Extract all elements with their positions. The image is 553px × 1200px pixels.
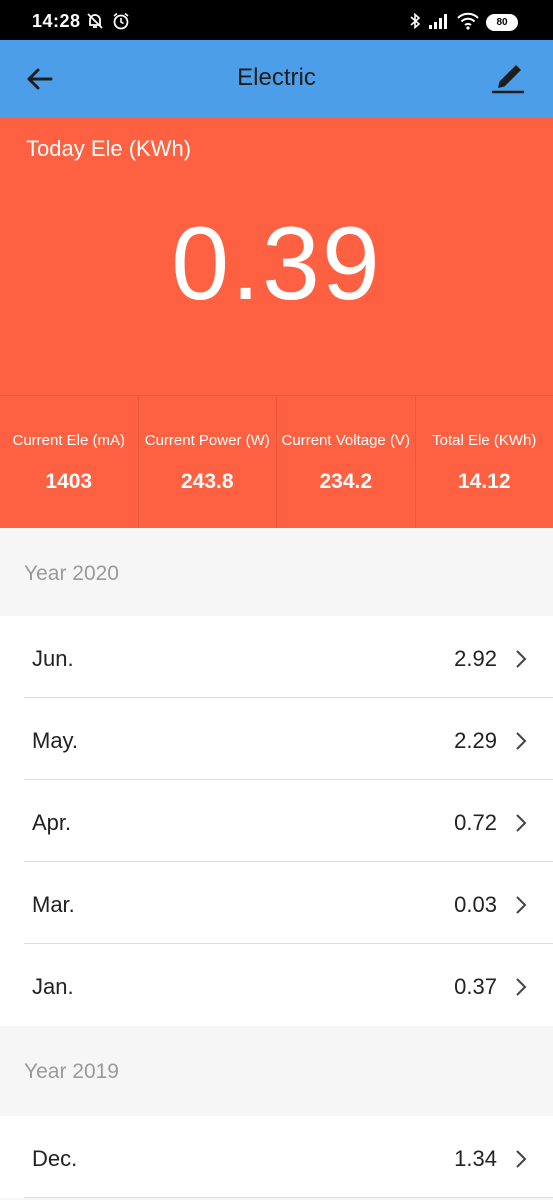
month-label: Dec. — [32, 1146, 78, 1171]
month-label: May. — [32, 728, 79, 753]
stat-current-voltage: Current Voltage (V) 234.2 — [277, 396, 416, 528]
stats-row: Current Ele (mA) 1403 Current Power (W) … — [0, 395, 553, 528]
month-row-jun[interactable]: Jun. 2.92 — [0, 616, 553, 698]
bell-off-icon — [87, 13, 103, 29]
month-label: Apr. — [32, 810, 72, 835]
year-header: Year 2019 — [0, 1026, 553, 1114]
stat-label: Current Ele (mA) — [12, 432, 126, 449]
stat-label: Current Voltage (V) — [281, 432, 410, 449]
month-value: 1.34 — [454, 1146, 497, 1171]
today-summary: Today Ele (KWh) 0.39 — [0, 118, 553, 395]
chevron-right-icon — [516, 650, 527, 668]
year-header: Year 2020 — [0, 528, 553, 616]
alarm-icon — [113, 12, 129, 30]
stat-current-power: Current Power (W) 243.8 — [139, 396, 277, 528]
chevron-right-icon — [516, 732, 527, 750]
month-label: Jan. — [32, 974, 74, 999]
year-label: Year 2020 — [24, 562, 119, 585]
status-bar: 14:28 80 — [0, 0, 553, 40]
chevron-right-icon — [516, 1150, 527, 1168]
chevron-right-icon — [516, 896, 527, 914]
month-label: Mar. — [32, 892, 75, 917]
chevron-right-icon — [516, 978, 527, 996]
wifi-icon — [457, 12, 479, 30]
bluetooth-icon — [410, 12, 421, 30]
signal-icon — [429, 14, 447, 29]
month-value: 2.92 — [454, 646, 497, 671]
month-value: 2.29 — [454, 728, 497, 753]
month-row-mar[interactable]: Mar. 0.03 — [0, 862, 553, 944]
month-row-dec[interactable]: Dec. 1.34 — [0, 1116, 553, 1198]
pencil-edit-icon[interactable] — [490, 62, 526, 96]
month-value: 0.03 — [454, 892, 497, 917]
today-value: 0.39 — [171, 206, 382, 322]
battery-level: 80 — [496, 17, 508, 28]
month-value: 0.72 — [454, 810, 497, 835]
stat-current-ele: Current Ele (mA) 1403 — [0, 396, 139, 528]
month-row-may[interactable]: May. 2.29 — [0, 698, 553, 780]
month-row-apr[interactable]: Apr. 0.72 — [0, 780, 553, 862]
battery-icon: 80 — [486, 14, 518, 31]
chevron-right-icon — [516, 814, 527, 832]
stat-label: Total Ele (KWh) — [432, 432, 537, 449]
stat-value: 234.2 — [319, 470, 373, 493]
month-row-jan[interactable]: Jan. 0.37 — [0, 944, 553, 1026]
stat-value: 1403 — [45, 470, 93, 493]
app-bar: Electric — [0, 40, 553, 118]
year-label: Year 2019 — [24, 1060, 119, 1083]
month-value: 0.37 — [454, 974, 497, 999]
row-divider — [24, 1197, 553, 1198]
month-label: Jun. — [32, 646, 74, 671]
page-title: Electric — [237, 64, 316, 91]
stat-label: Current Power (W) — [144, 432, 270, 449]
stat-total-ele: Total Ele (KWh) 14.12 — [416, 396, 553, 528]
stat-value: 243.8 — [180, 470, 234, 493]
today-label: Today Ele (KWh) — [26, 136, 192, 161]
status-time: 14:28 — [32, 11, 81, 31]
stat-value: 14.12 — [457, 470, 511, 493]
